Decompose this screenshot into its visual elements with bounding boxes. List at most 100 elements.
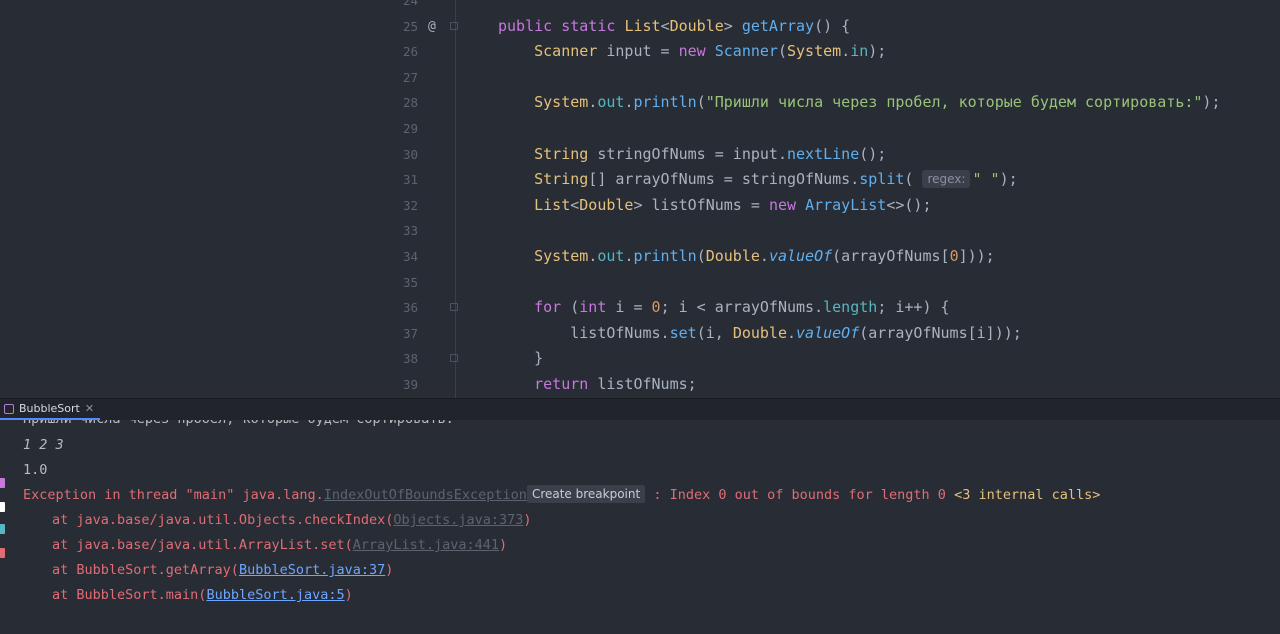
- code-text: return listOfNums;: [498, 372, 697, 398]
- code-text: for (int i = 0; i < arrayOfNums.length; …: [498, 295, 949, 321]
- code-token: valueOf: [796, 323, 860, 342]
- run-panel-header: BubbleSort ✕: [0, 398, 1280, 420]
- code-line[interactable]: 27: [0, 65, 1280, 91]
- code-token: valueOf: [768, 247, 833, 265]
- console-toolbar: [0, 420, 6, 634]
- code-text: public static List<Double> getArray() {: [498, 14, 850, 40]
- code-line[interactable]: 39 return listOfNums;: [0, 372, 1280, 398]
- stack-frame-text: ): [499, 537, 508, 553]
- source-link[interactable]: Objects.java:373: [393, 512, 523, 528]
- code-token: new: [678, 42, 715, 61]
- code-text: Scanner input = new Scanner(System.in);: [498, 39, 886, 65]
- source-link[interactable]: BubbleSort.java:5: [206, 587, 344, 603]
- code-line[interactable]: 28 System.out.println("Пришли числа чере…: [0, 90, 1280, 116]
- code-line[interactable]: 33: [0, 218, 1280, 244]
- console-tool-icon[interactable]: [0, 502, 5, 512]
- code-token: Scanner: [534, 42, 598, 61]
- source-link[interactable]: BubbleSort.java:37: [239, 562, 385, 578]
- line-number[interactable]: 33: [396, 218, 418, 244]
- code-line[interactable]: 35: [0, 270, 1280, 296]
- line-number[interactable]: 30: [396, 142, 418, 168]
- stack-frame: at BubbleSort.getArray(BubbleSort.java:3…: [52, 560, 393, 580]
- code-line[interactable]: 31 String[] arrayOfNums = stringOfNums.s…: [0, 167, 1280, 193]
- run-config-icon: [4, 403, 14, 414]
- code-token: Double: [669, 16, 724, 35]
- code-token: (i,: [696, 323, 733, 342]
- code-line[interactable]: 30 String stringOfNums = input.nextLine(…: [0, 142, 1280, 168]
- code-line[interactable]: 26 Scanner input = new Scanner(System.in…: [0, 39, 1280, 65]
- code-line[interactable]: 36 for (int i = 0; i < arrayOfNums.lengt…: [0, 295, 1280, 321]
- code-token: listOfNums;: [597, 375, 697, 393]
- code-line[interactable]: 37 listOfNums.set(i, Double.valueOf(arra…: [0, 321, 1280, 347]
- code-editor[interactable]: 24 25 @ public static List<Double> getArray…: [0, 0, 1280, 398]
- code-token: List: [534, 195, 571, 214]
- console-tool-icon[interactable]: [0, 524, 5, 534]
- line-number[interactable]: 36: [396, 295, 418, 321]
- create-breakpoint-hint[interactable]: Create breakpoint: [526, 485, 646, 503]
- close-icon[interactable]: ✕: [85, 402, 94, 415]
- code-token: [] arrayOfNums = stringOfNums.: [588, 170, 860, 189]
- console-tool-icon[interactable]: [0, 478, 5, 488]
- code-text: String stringOfNums = input.nextLine();: [498, 142, 886, 168]
- stack-frame-text: at BubbleSort.getArray(: [52, 562, 239, 578]
- run-tab-bubblesort[interactable]: BubbleSort ✕: [0, 399, 101, 420]
- code-token: 0: [651, 298, 661, 317]
- line-number[interactable]: 37: [396, 321, 418, 347]
- line-number[interactable]: 26: [396, 39, 418, 65]
- run-tab-label: BubbleSort: [19, 402, 80, 415]
- exception-line: Exception in thread "main" java.lang.Ind…: [23, 485, 1100, 505]
- override-marker-icon[interactable]: @: [428, 14, 436, 40]
- line-number[interactable]: 39: [396, 372, 418, 398]
- code-token: for: [534, 298, 571, 317]
- code-token: public static: [498, 16, 625, 35]
- code-line[interactable]: 34 System.out.println(Double.valueOf(arr…: [0, 244, 1280, 270]
- code-token: ; i < arrayOfNums.: [660, 298, 824, 317]
- parameter-hint: regex:: [922, 170, 971, 189]
- code-token: println: [633, 93, 697, 112]
- code-token: listOfNums.: [498, 323, 670, 342]
- code-line[interactable]: 32 List<Double> listOfNums = new ArrayLi…: [0, 193, 1280, 219]
- stack-frame-text: at java.base/java.util.ArrayList.set(: [52, 537, 353, 553]
- code-line[interactable]: 29: [0, 116, 1280, 142]
- line-number[interactable]: 31: [396, 167, 418, 193]
- code-line[interactable]: 25 @ public static List<Double> getArray()…: [0, 14, 1280, 40]
- line-number[interactable]: 27: [396, 65, 418, 91]
- run-console[interactable]: Пришли числа через пробел, которые будем…: [0, 420, 1280, 634]
- internal-calls-link[interactable]: <3 internal calls>: [954, 487, 1100, 503]
- exception-prefix: Exception in thread "main" java.lang.: [23, 487, 324, 503]
- code-token: (: [570, 298, 580, 317]
- line-number[interactable]: 29: [396, 116, 418, 142]
- line-number[interactable]: 25: [396, 14, 418, 40]
- line-number[interactable]: 34: [396, 244, 418, 270]
- code-token: Double: [579, 195, 634, 214]
- stack-frame: at java.base/java.util.ArrayList.set(Arr…: [52, 535, 507, 555]
- code-token: String: [534, 170, 589, 189]
- code-token: );: [999, 170, 1018, 189]
- stack-frame-text: ): [523, 512, 532, 528]
- code-token: length: [823, 298, 878, 317]
- line-number[interactable]: 35: [396, 270, 418, 296]
- code-token: split: [859, 170, 905, 189]
- line-number[interactable]: 28: [396, 90, 418, 116]
- code-token: Double: [705, 247, 760, 265]
- code-token: nextLine: [787, 144, 860, 163]
- console-tool-icon[interactable]: [0, 548, 5, 558]
- code-token: String: [534, 144, 589, 163]
- stack-frame-text: ): [344, 587, 353, 603]
- line-number[interactable]: 24: [396, 0, 418, 14]
- line-number[interactable]: 38: [396, 346, 418, 372]
- fold-marker-icon[interactable]: [450, 354, 458, 363]
- code-line[interactable]: 38 }: [0, 346, 1280, 372]
- fold-marker-icon[interactable]: [450, 21, 458, 30]
- code-line[interactable]: 24: [0, 0, 1280, 14]
- exception-class-link[interactable]: IndexOutOfBoundsException: [324, 487, 527, 503]
- fold-marker-icon[interactable]: [450, 303, 458, 312]
- source-link[interactable]: ArrayList.java:441: [353, 537, 499, 553]
- line-number[interactable]: 32: [396, 193, 418, 219]
- code-text: System.out.println(Double.valueOf(arrayO…: [498, 244, 995, 270]
- code-token: <: [570, 195, 580, 214]
